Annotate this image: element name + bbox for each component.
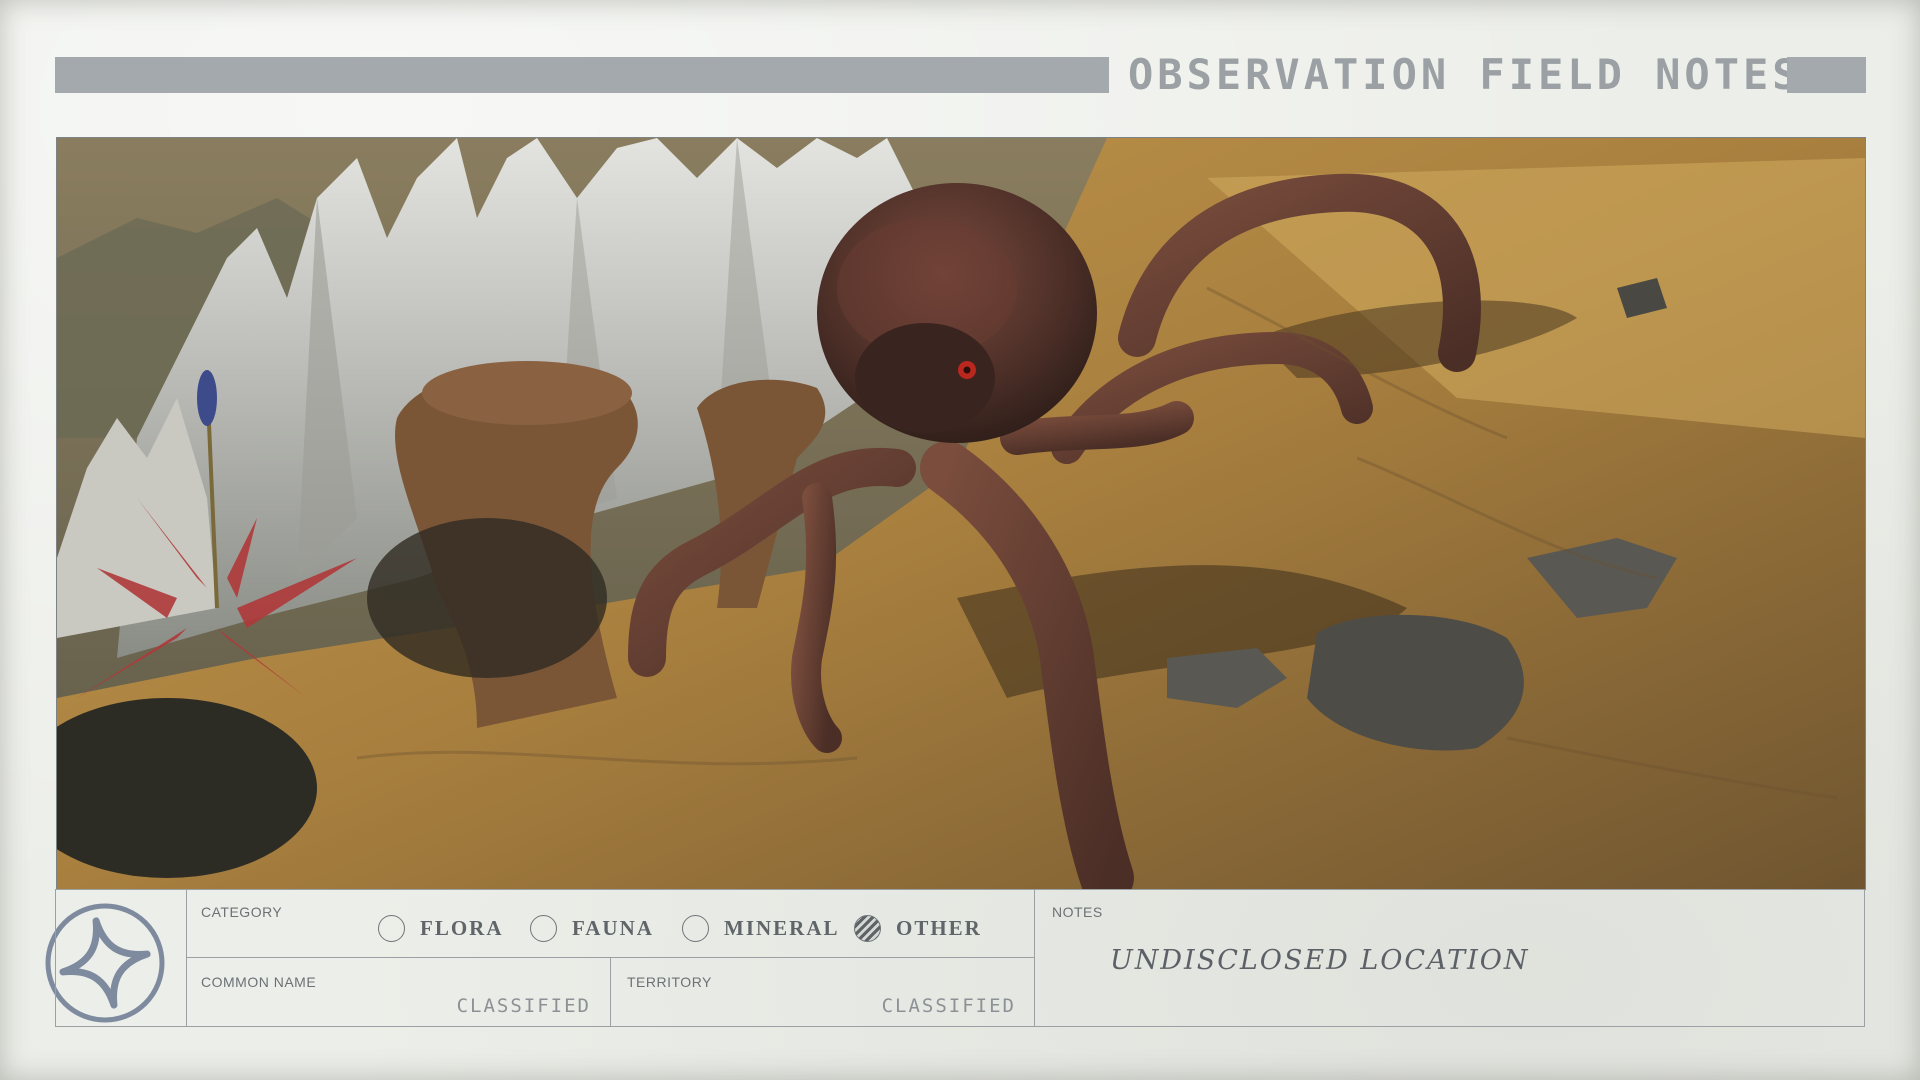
category-option-fauna[interactable]: FAUNA — [530, 912, 654, 944]
creature-photo — [56, 137, 1866, 890]
territory-label: TERRITORY — [627, 974, 712, 990]
option-label: FAUNA — [572, 915, 654, 940]
category-label: CATEGORY — [201, 904, 283, 920]
radio-icon — [378, 914, 405, 942]
page-title: OBSERVATION FIELD NOTES — [1128, 50, 1802, 99]
header-bar-left — [55, 57, 1109, 93]
divider — [610, 957, 611, 1026]
category-option-other[interactable]: OTHER — [854, 912, 982, 944]
territory-value: CLASSIFIED — [881, 995, 1016, 1017]
header-bar-right — [1787, 57, 1866, 93]
notes-label: NOTES — [1052, 904, 1103, 920]
radio-checked-icon — [854, 914, 881, 942]
observation-form: CATEGORY FLORA FAUNA MINERAL OTHER COMMO… — [55, 889, 1865, 1027]
category-option-mineral[interactable]: MINERAL — [682, 912, 840, 944]
common-name-label: COMMON NAME — [201, 974, 317, 990]
divider — [186, 890, 187, 1026]
option-label: OTHER — [896, 915, 982, 940]
field-notes-card: OBSERVATION FIELD NOTES CATEGORY FLORA F… — [0, 0, 1920, 1080]
common-name-value: CLASSIFIED — [456, 995, 591, 1017]
divider — [1034, 890, 1035, 1026]
category-option-flora[interactable]: FLORA — [378, 912, 504, 944]
notes-value: UNDISCLOSED LOCATION — [1110, 945, 1530, 976]
radio-icon — [682, 914, 709, 942]
option-label: FLORA — [420, 915, 504, 940]
radio-icon — [530, 914, 557, 942]
option-label: MINERAL — [724, 915, 840, 940]
